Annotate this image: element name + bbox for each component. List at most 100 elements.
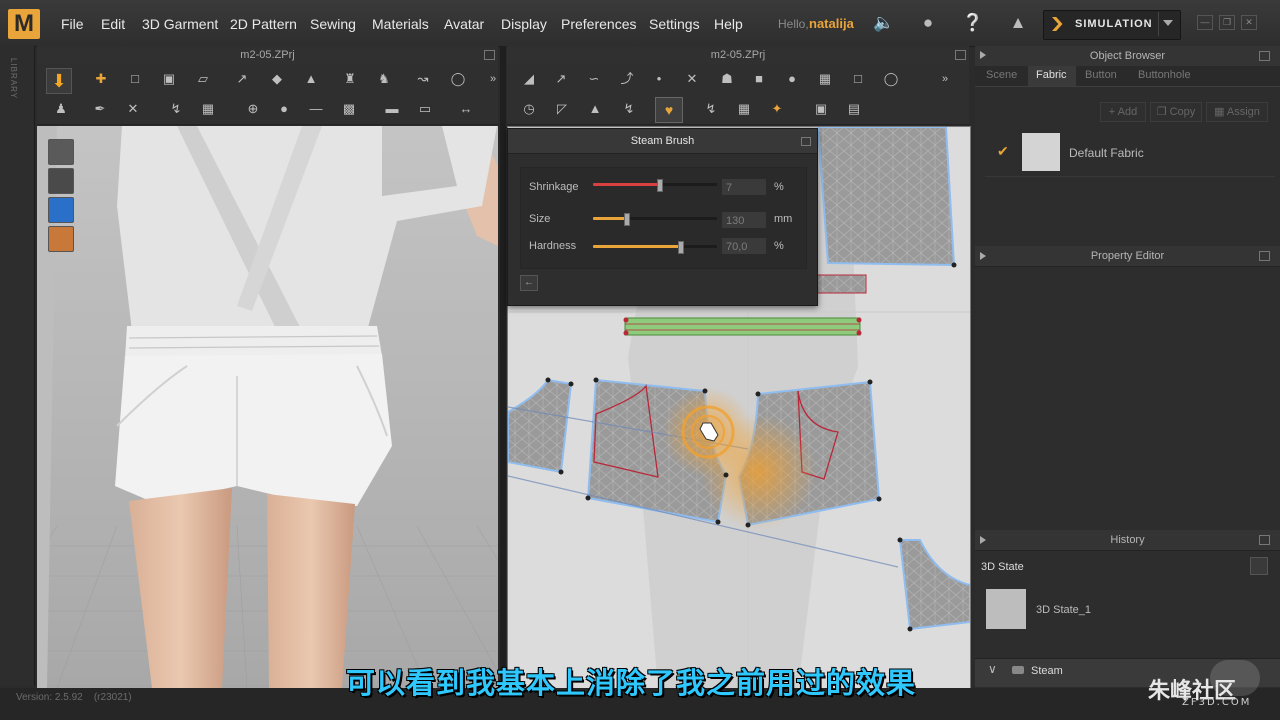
user-icon[interactable]: ● xyxy=(917,12,939,34)
pleat-icon[interactable]: ↯ xyxy=(620,100,638,118)
edit-pattern-icon[interactable]: ↗ xyxy=(233,70,251,88)
add-button[interactable]: + Add xyxy=(1100,102,1146,122)
buttonhole-icon[interactable]: ● xyxy=(275,100,293,118)
shrinkage-value[interactable]: 7 xyxy=(721,178,767,196)
tab-button[interactable]: Button xyxy=(1085,69,1117,81)
menu-edit[interactable]: Edit xyxy=(101,16,125,32)
shrinkage-slider-thumb[interactable] xyxy=(657,179,663,192)
history-item[interactable] xyxy=(985,586,1275,634)
trace-icon[interactable]: ◷ xyxy=(520,100,538,118)
sew-icon[interactable]: ↯ xyxy=(167,100,185,118)
cut-icon[interactable]: ✕ xyxy=(683,70,701,88)
internal-circle-icon[interactable]: ◯ xyxy=(882,70,900,88)
help-icon[interactable]: ❔ xyxy=(962,12,984,34)
tab-fabric[interactable]: Fabric xyxy=(1036,69,1067,81)
trim-icon[interactable]: ▬ xyxy=(383,100,401,118)
simulation-arrow-icon[interactable]: ⬇ xyxy=(46,68,72,94)
steam-iron-icon[interactable]: ♥ xyxy=(655,97,683,123)
tab-scene[interactable]: Scene xyxy=(986,69,1017,81)
edit-pattern-icon[interactable]: ◢ xyxy=(520,70,538,88)
minimize-icon[interactable]: — xyxy=(1197,15,1213,30)
maximize-icon[interactable] xyxy=(484,50,495,60)
internal-polygon-icon[interactable]: ▦ xyxy=(816,70,834,88)
select-mesh-icon[interactable]: □ xyxy=(126,70,144,88)
menu-preferences[interactable]: Preferences xyxy=(561,16,636,32)
history-save-icon[interactable] xyxy=(1250,557,1268,575)
panel-restore-icon[interactable] xyxy=(1259,51,1270,61)
hardness-value[interactable]: 70,0 xyxy=(721,237,767,255)
menu-materials[interactable]: Materials xyxy=(372,16,429,32)
pin-icon[interactable]: ♞ xyxy=(375,70,393,88)
edit-point-icon[interactable]: ↗ xyxy=(552,70,570,88)
menu-avatar[interactable]: Avatar xyxy=(444,16,484,32)
collapse-arrow-icon[interactable] xyxy=(980,51,986,59)
avatar-pose-icon[interactable]: ♟ xyxy=(52,100,70,118)
tack-icon[interactable]: ♜ xyxy=(341,70,359,88)
elastic-icon[interactable]: ▭ xyxy=(416,100,434,118)
garment-icon[interactable]: ▲ xyxy=(1007,12,1029,34)
tab-buttonhole[interactable]: Buttonhole xyxy=(1138,69,1191,81)
expand-chevron-icon[interactable]: ∨ xyxy=(988,662,997,676)
panel-splitter[interactable] xyxy=(500,46,506,688)
zipper-icon[interactable]: ▩ xyxy=(340,100,358,118)
show-avatar-icon[interactable] xyxy=(48,168,74,194)
offset-icon[interactable]: ◸ xyxy=(553,100,571,118)
steam-brush-title[interactable]: Steam Brush xyxy=(508,129,817,154)
polygon-icon[interactable]: ☗ xyxy=(718,70,736,88)
menu-help[interactable]: Help xyxy=(714,16,743,32)
tape-icon[interactable]: ◯ xyxy=(449,70,467,88)
panel-restore-icon[interactable] xyxy=(801,137,811,146)
username[interactable]: natalija xyxy=(809,16,854,31)
brush-icon[interactable]: ✒ xyxy=(91,100,109,118)
chevron-down-icon[interactable] xyxy=(1163,20,1173,26)
menu-file[interactable]: File xyxy=(61,16,84,32)
curve-point-icon[interactable]: ⤴ xyxy=(618,70,636,88)
flatten-icon[interactable]: ↔ xyxy=(457,100,475,118)
button-icon[interactable]: ⊕ xyxy=(244,100,262,118)
edit-curve-icon[interactable]: ∽ xyxy=(585,70,603,88)
menu-sewing[interactable]: Sewing xyxy=(310,16,356,32)
hardness-slider-thumb[interactable] xyxy=(678,241,684,254)
size-value[interactable]: 130 xyxy=(721,211,767,229)
transform-icon[interactable]: ▣ xyxy=(160,70,178,88)
scissor-icon[interactable]: ✕ xyxy=(124,100,142,118)
sew-segment-icon[interactable]: ↯ xyxy=(702,100,720,118)
maximize-icon[interactable] xyxy=(955,50,966,60)
3d-viewport[interactable] xyxy=(37,126,498,688)
panel-restore-icon[interactable] xyxy=(1259,251,1270,261)
collapse-arrow-icon[interactable] xyxy=(980,536,986,544)
texture-icon[interactable] xyxy=(48,197,74,223)
texture-transform-icon[interactable]: ✦ xyxy=(768,100,786,118)
segment-icon[interactable]: ◆ xyxy=(268,70,286,88)
select-area-icon[interactable]: ▣ xyxy=(812,100,830,118)
size-slider-thumb[interactable] xyxy=(624,213,630,226)
back-arrow-icon[interactable]: ← xyxy=(520,275,538,291)
grid-icon[interactable]: ▤ xyxy=(845,100,863,118)
speaker-icon[interactable]: 🔈 xyxy=(873,12,895,34)
select-move-icon[interactable]: ✚ xyxy=(92,70,110,88)
menu-display[interactable]: Display xyxy=(501,16,547,32)
measure-icon[interactable]: ↝ xyxy=(414,70,432,88)
menu-settings[interactable]: Settings xyxy=(649,16,700,32)
add-point-icon[interactable]: • xyxy=(650,70,668,88)
restore-icon[interactable]: ❐ xyxy=(1219,15,1235,30)
fabric-icon[interactable]: ▦ xyxy=(199,100,217,118)
collapse-arrow-icon[interactable] xyxy=(980,252,986,260)
library-strip[interactable] xyxy=(0,46,35,686)
close-icon[interactable]: ✕ xyxy=(1241,15,1257,30)
line-icon[interactable]: — xyxy=(307,100,325,118)
internal-rectangle-icon[interactable]: □ xyxy=(849,70,867,88)
more-icon[interactable]: » xyxy=(936,70,954,88)
show-garment-icon[interactable] xyxy=(48,139,74,165)
skin-icon[interactable] xyxy=(48,226,74,252)
app-logo[interactable]: M xyxy=(8,9,40,39)
fabric-icon[interactable]: ▦ xyxy=(735,100,753,118)
assign-button[interactable]: ▦ Assign xyxy=(1206,102,1268,122)
dart-icon[interactable]: ▲ xyxy=(586,100,604,118)
menu-2d-pattern[interactable]: 2D Pattern xyxy=(230,16,297,32)
garment-fit-icon[interactable]: ▲ xyxy=(302,70,320,88)
copy-button[interactable]: ❐ Copy xyxy=(1150,102,1202,122)
panel-restore-icon[interactable] xyxy=(1259,535,1270,545)
circle-icon[interactable]: ● xyxy=(783,70,801,88)
menu-3d-garment[interactable]: 3D Garment xyxy=(142,16,218,32)
